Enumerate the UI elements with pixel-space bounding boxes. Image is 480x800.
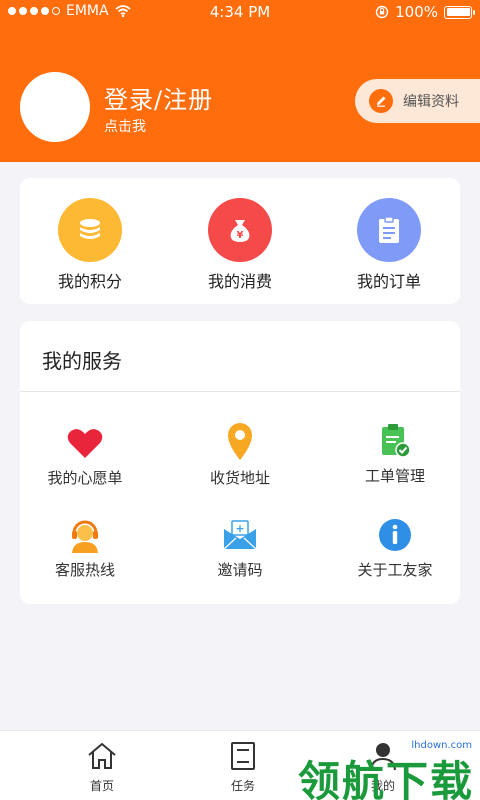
pencil-icon — [369, 89, 393, 113]
invite-envelope-icon: + — [220, 515, 260, 555]
info-icon — [375, 515, 415, 555]
divider — [20, 391, 460, 392]
avatar[interactable] — [20, 72, 90, 142]
profile-header: EMMA 4:34 PM 100% 登录/注册 点击我 编辑资料 — [0, 0, 480, 162]
wishlist-label: 我的心愿单 — [47, 469, 123, 487]
login-register-link[interactable]: 登录/注册 — [104, 80, 213, 115]
edit-profile-button[interactable]: 编辑资料 — [355, 79, 480, 123]
about-button[interactable]: 关于工友家 — [330, 515, 460, 580]
clipboard-icon — [357, 198, 421, 262]
my-spending-label: 我的消费 — [207, 272, 272, 291]
shipping-address-button[interactable]: 收货地址 — [175, 419, 305, 488]
my-spending-button[interactable]: ¥ 我的消费 — [180, 198, 300, 292]
invite-code-label: 邀请码 — [217, 561, 263, 579]
tab-task-label: 任务 — [230, 779, 255, 793]
watermark-text: 领航下载 — [298, 757, 475, 800]
customer-service-button[interactable]: 客服热线 — [20, 515, 150, 580]
edit-profile-label: 编辑资料 — [403, 94, 459, 110]
tab-home[interactable]: 首页 — [62, 739, 142, 794]
invite-code-button[interactable]: + 邀请码 — [175, 515, 305, 580]
work-order-icon — [375, 421, 415, 461]
tab-task[interactable]: 任务 — [203, 739, 283, 794]
rotation-lock-icon — [375, 5, 389, 19]
my-points-button[interactable]: 我的积分 — [30, 198, 150, 292]
quick-actions-card: 我的积分 ¥ 我的消费 我的订单 — [20, 178, 460, 304]
shipping-address-label: 收货地址 — [209, 469, 270, 487]
my-points-label: 我的积分 — [57, 272, 122, 291]
my-orders-button[interactable]: 我的订单 — [329, 198, 449, 292]
about-label: 关于工友家 — [357, 561, 433, 579]
tab-home-label: 首页 — [89, 779, 114, 793]
svg-text:+: + — [235, 522, 244, 535]
svg-text:¥: ¥ — [237, 230, 244, 241]
location-pin-icon — [220, 419, 260, 463]
services-card: 我的服务 我的心愿单 收货地址 工单管理 客服热线 + 邀请码 关于工友家 — [20, 321, 460, 604]
watermark-url: lhdown.com — [407, 740, 476, 751]
customer-service-label: 客服热线 — [54, 561, 115, 579]
coins-icon — [58, 198, 122, 262]
watermark-logo: 领航下载 lhdown.com — [298, 740, 480, 800]
login-hint: 点击我 — [104, 119, 146, 135]
work-order-label: 工单管理 — [364, 467, 425, 485]
battery-percent: 100% — [395, 3, 438, 21]
my-orders-label: 我的订单 — [356, 272, 421, 291]
wishlist-button[interactable]: 我的心愿单 — [20, 423, 150, 488]
task-icon — [203, 739, 283, 773]
money-bag-icon: ¥ — [208, 198, 272, 262]
home-icon — [62, 739, 142, 773]
work-order-button[interactable]: 工单管理 — [330, 421, 460, 486]
status-bar: EMMA 4:34 PM 100% — [0, 0, 480, 24]
customer-service-icon — [65, 515, 105, 555]
services-title: 我的服务 — [42, 349, 122, 373]
heart-icon — [65, 423, 105, 463]
battery-icon — [444, 5, 475, 19]
